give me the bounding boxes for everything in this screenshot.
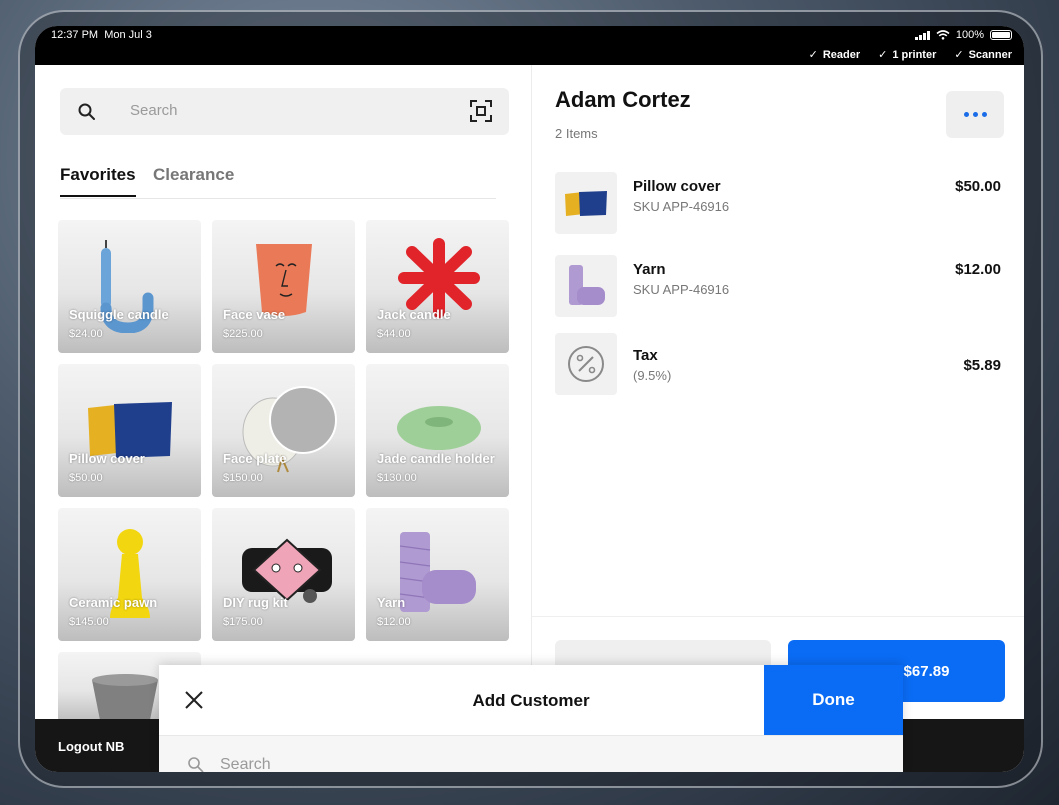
product-price: $225.00 <box>223 328 263 340</box>
cart-line-item[interactable]: Yarn SKU APP-46916 $12.00 <box>555 255 1005 317</box>
pillow-cover-image <box>565 191 607 216</box>
product-name: Jade candle holder <box>377 451 495 466</box>
yarn-image <box>569 265 605 305</box>
face-plate-image <box>242 386 337 473</box>
device-printer-label: 1 printer <box>892 49 937 61</box>
cart-divider <box>532 616 1024 617</box>
more-dots-icon <box>963 112 969 117</box>
checkmark-icon: ✓ <box>878 49 888 61</box>
search-icon <box>188 757 204 772</box>
add-customer-sheet: Add Customer Done Search <box>159 665 903 772</box>
product-tile[interactable]: Pillow cover $50.00 <box>58 364 201 497</box>
tax-label: Tax <box>633 347 658 364</box>
device-scanner-label: Scanner <box>968 49 1012 61</box>
catalog-tabs: Favorites Clearance <box>60 165 496 199</box>
product-name: Squiggle candle <box>69 307 169 322</box>
status-time-text: 12:37 PM <box>51 29 99 41</box>
customer-name[interactable]: Adam Cortez <box>555 87 691 113</box>
line-item-thumbnail <box>555 333 617 395</box>
bowl-image <box>92 674 158 720</box>
search-icon <box>78 103 95 120</box>
status-date-text: Mon Jul 3 <box>104 29 152 41</box>
product-tile[interactable]: DIY rug kit $175.00 <box>212 508 355 641</box>
product-name: DIY rug kit <box>223 595 288 610</box>
status-bar: 12:37 PM Mon Jul 3 100% ✓ Reader ✓ 1 print… <box>35 26 1024 65</box>
status-time: 12:37 PM Mon Jul 3 <box>51 29 152 41</box>
barcode-scan-icon[interactable] <box>469 99 493 123</box>
catalog-search-input[interactable]: Search <box>60 88 509 135</box>
jade-candle-holder-image <box>397 406 481 450</box>
product-price: $12.00 <box>377 616 411 628</box>
tab-clearance[interactable]: Clearance <box>153 165 234 185</box>
checkmark-icon: ✓ <box>954 49 964 61</box>
product-name: Jack candle <box>377 307 451 322</box>
yarn-image <box>399 532 476 612</box>
checkmark-icon: ✓ <box>808 49 818 61</box>
product-price: $150.00 <box>223 472 263 484</box>
product-tile[interactable]: Yarn $12.00 <box>366 508 509 641</box>
cart-pane: Adam Cortez 2 Items Pillow cover SKU APP… <box>531 65 1024 719</box>
product-price: $130.00 <box>377 472 417 484</box>
device-reader[interactable]: ✓ Reader <box>809 48 861 61</box>
product-price: $175.00 <box>223 616 263 628</box>
product-price: $145.00 <box>69 616 109 628</box>
product-tile[interactable]: Squiggle candle $24.00 <box>58 220 201 353</box>
device-scanner[interactable]: ✓ Scanner <box>954 48 1012 61</box>
line-item-name: Yarn <box>633 261 666 278</box>
line-item-sku: SKU APP-46916 <box>633 282 730 297</box>
wifi-icon <box>936 30 950 40</box>
charge-amount: $67.89 <box>903 662 950 680</box>
product-price: $24.00 <box>69 328 103 340</box>
product-name: Yarn <box>377 595 406 610</box>
catalog-pane: Search Favorites Clearance Squiggle cand… <box>35 65 531 722</box>
status-indicators: 100% <box>914 29 1012 41</box>
line-item-thumbnail <box>555 255 617 317</box>
cart-tax-line[interactable]: Tax (9.5%) $5.89 <box>555 333 1005 395</box>
done-label: Done <box>812 690 855 709</box>
line-item-name: Pillow cover <box>633 178 721 195</box>
product-tile[interactable]: Face vase $225.00 <box>212 220 355 353</box>
device-reader-label: Reader <box>822 49 861 61</box>
tab-favorites[interactable]: Favorites <box>60 165 136 197</box>
tax-amount: $5.89 <box>963 357 1001 374</box>
item-count: 2 Items <box>555 126 598 141</box>
search-placeholder: Search <box>130 102 178 119</box>
pos-screen: 12:37 PM Mon Jul 3 100% ✓ Reader ✓ 1 print… <box>35 26 1024 772</box>
line-item-price: $50.00 <box>955 178 1001 195</box>
product-tile[interactable]: Face plate $150.00 <box>212 364 355 497</box>
product-tile[interactable]: Jack candle $44.00 <box>366 220 509 353</box>
logout-button[interactable]: Logout NB <box>58 739 124 754</box>
connected-devices: ✓ Reader ✓ 1 printer ✓ Scanner <box>809 48 1012 61</box>
product-name: Face plate <box>223 451 287 466</box>
device-printer[interactable]: ✓ 1 printer <box>878 48 936 61</box>
percent-icon <box>568 346 604 382</box>
customer-search-placeholder: Search <box>220 756 271 772</box>
line-item-sku: SKU APP-46916 <box>633 199 730 214</box>
tax-rate: (9.5%) <box>633 368 672 383</box>
product-name: Ceramic pawn <box>69 595 158 610</box>
product-price: $44.00 <box>377 328 411 340</box>
product-tile[interactable]: Ceramic pawn $145.00 <box>58 508 201 641</box>
product-tile[interactable]: Jade candle holder $130.00 <box>366 364 509 497</box>
customer-search-input[interactable]: Search <box>159 735 903 772</box>
cellular-signal-icon <box>914 30 930 40</box>
cart-line-item[interactable]: Pillow cover SKU APP-46916 $50.00 <box>555 172 1005 234</box>
battery-percent: 100% <box>955 29 984 41</box>
more-options-button[interactable] <box>946 91 1004 138</box>
product-price: $50.00 <box>69 472 103 484</box>
jack-candle-image <box>398 238 480 318</box>
product-name: Face vase <box>223 307 286 322</box>
done-button[interactable]: Done <box>764 665 903 735</box>
battery-icon <box>990 30 1012 40</box>
line-item-price: $12.00 <box>955 261 1001 278</box>
line-item-thumbnail <box>555 172 617 234</box>
product-name: Pillow cover <box>69 451 145 466</box>
